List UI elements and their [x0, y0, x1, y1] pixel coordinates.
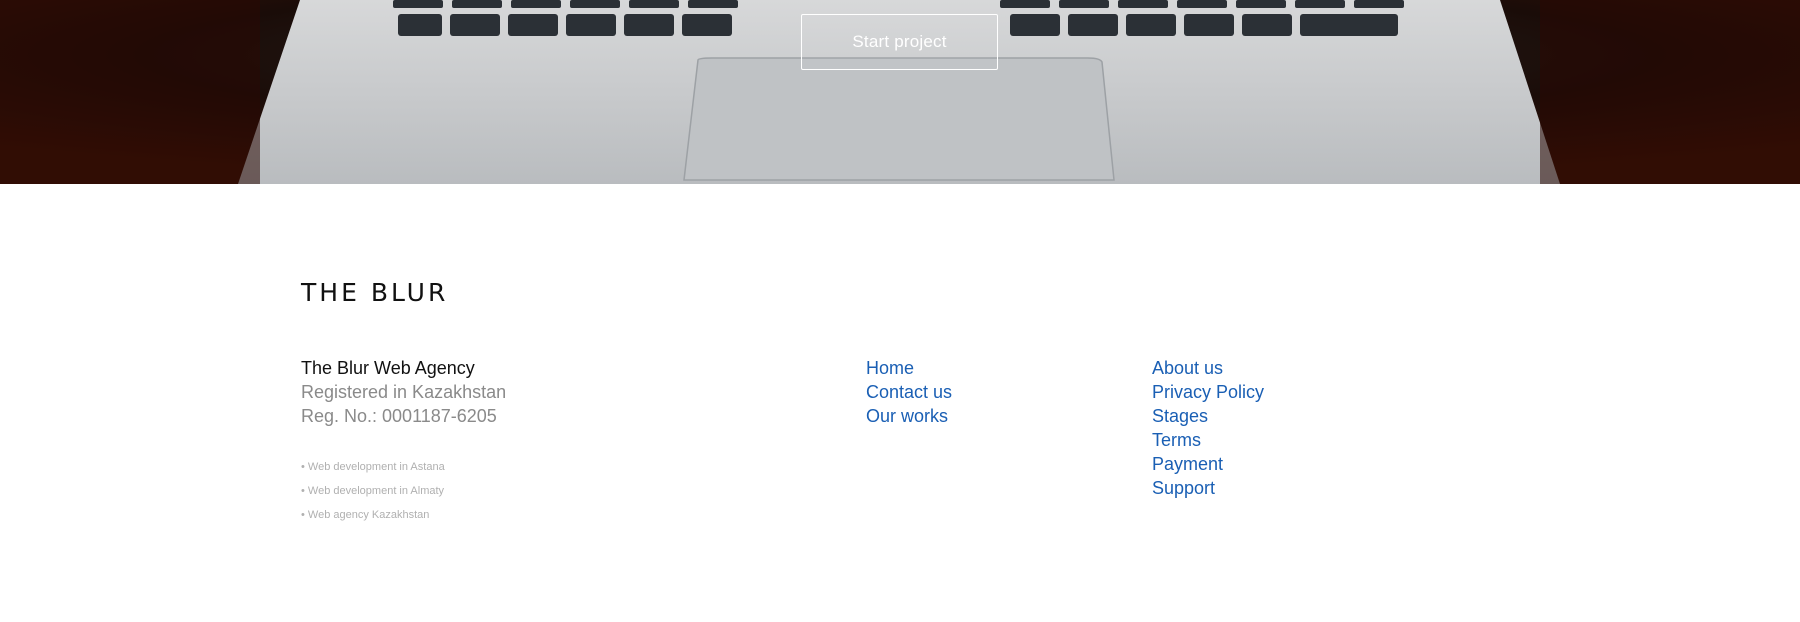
footer-link-stages[interactable]: Stages — [1152, 404, 1264, 428]
services-list-item[interactable]: • Web development in Astana — [301, 455, 445, 479]
site-footer: THE BLUR The Blur Web Agency Registered … — [0, 184, 1800, 622]
footer-link-support[interactable]: Support — [1152, 476, 1264, 500]
footer-link-privacy-policy[interactable]: Privacy Policy — [1152, 380, 1264, 404]
footer-link-our-works[interactable]: Our works — [866, 404, 952, 428]
footer-link-payment[interactable]: Payment — [1152, 452, 1264, 476]
footer-link-contact-us[interactable]: Contact us — [866, 380, 952, 404]
company-info: The Blur Web Agency Registered in Kazakh… — [301, 356, 721, 428]
footer-nav-secondary: About us Privacy Policy Stages Terms Pay… — [1152, 356, 1264, 500]
hero-banner: Start project — [0, 0, 1800, 184]
footer-link-home[interactable]: Home — [866, 356, 952, 380]
services-list-item[interactable]: • Web agency Kazakhstan — [301, 503, 445, 527]
footer-logo[interactable]: THE BLUR — [301, 278, 448, 307]
start-project-button[interactable]: Start project — [801, 14, 998, 70]
company-reg-number: Reg. No.: 0001187-6205 — [301, 406, 497, 426]
services-list: • Web development in Astana • Web develo… — [301, 455, 445, 527]
footer-link-terms[interactable]: Terms — [1152, 428, 1264, 452]
footer-link-about-us[interactable]: About us — [1152, 356, 1264, 380]
services-list-item[interactable]: • Web development in Almaty — [301, 479, 445, 503]
company-name: The Blur Web Agency — [301, 358, 475, 378]
company-registration: Registered in Kazakhstan — [301, 382, 507, 402]
footer-nav-primary: Home Contact us Our works — [866, 356, 952, 428]
